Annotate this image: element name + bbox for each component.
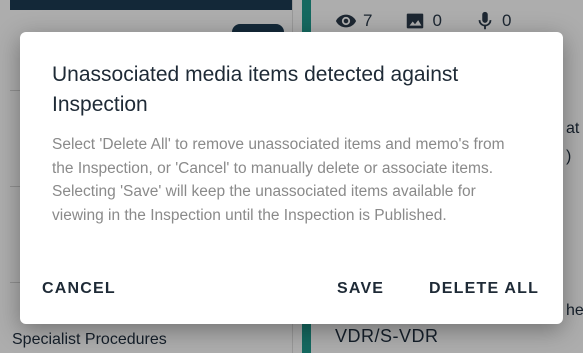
unassociated-media-dialog: Unassociated media items detected agains… bbox=[20, 32, 563, 324]
dialog-actions: CANCEL SAVE DELETE ALL bbox=[20, 280, 563, 308]
cancel-button[interactable]: CANCEL bbox=[42, 280, 116, 298]
save-button[interactable]: SAVE bbox=[337, 280, 384, 298]
dialog-title: Unassociated media items detected agains… bbox=[52, 63, 459, 116]
dialog-message: Select 'Delete All' to remove unassociat… bbox=[52, 136, 505, 224]
delete-all-button[interactable]: DELETE ALL bbox=[429, 280, 539, 298]
